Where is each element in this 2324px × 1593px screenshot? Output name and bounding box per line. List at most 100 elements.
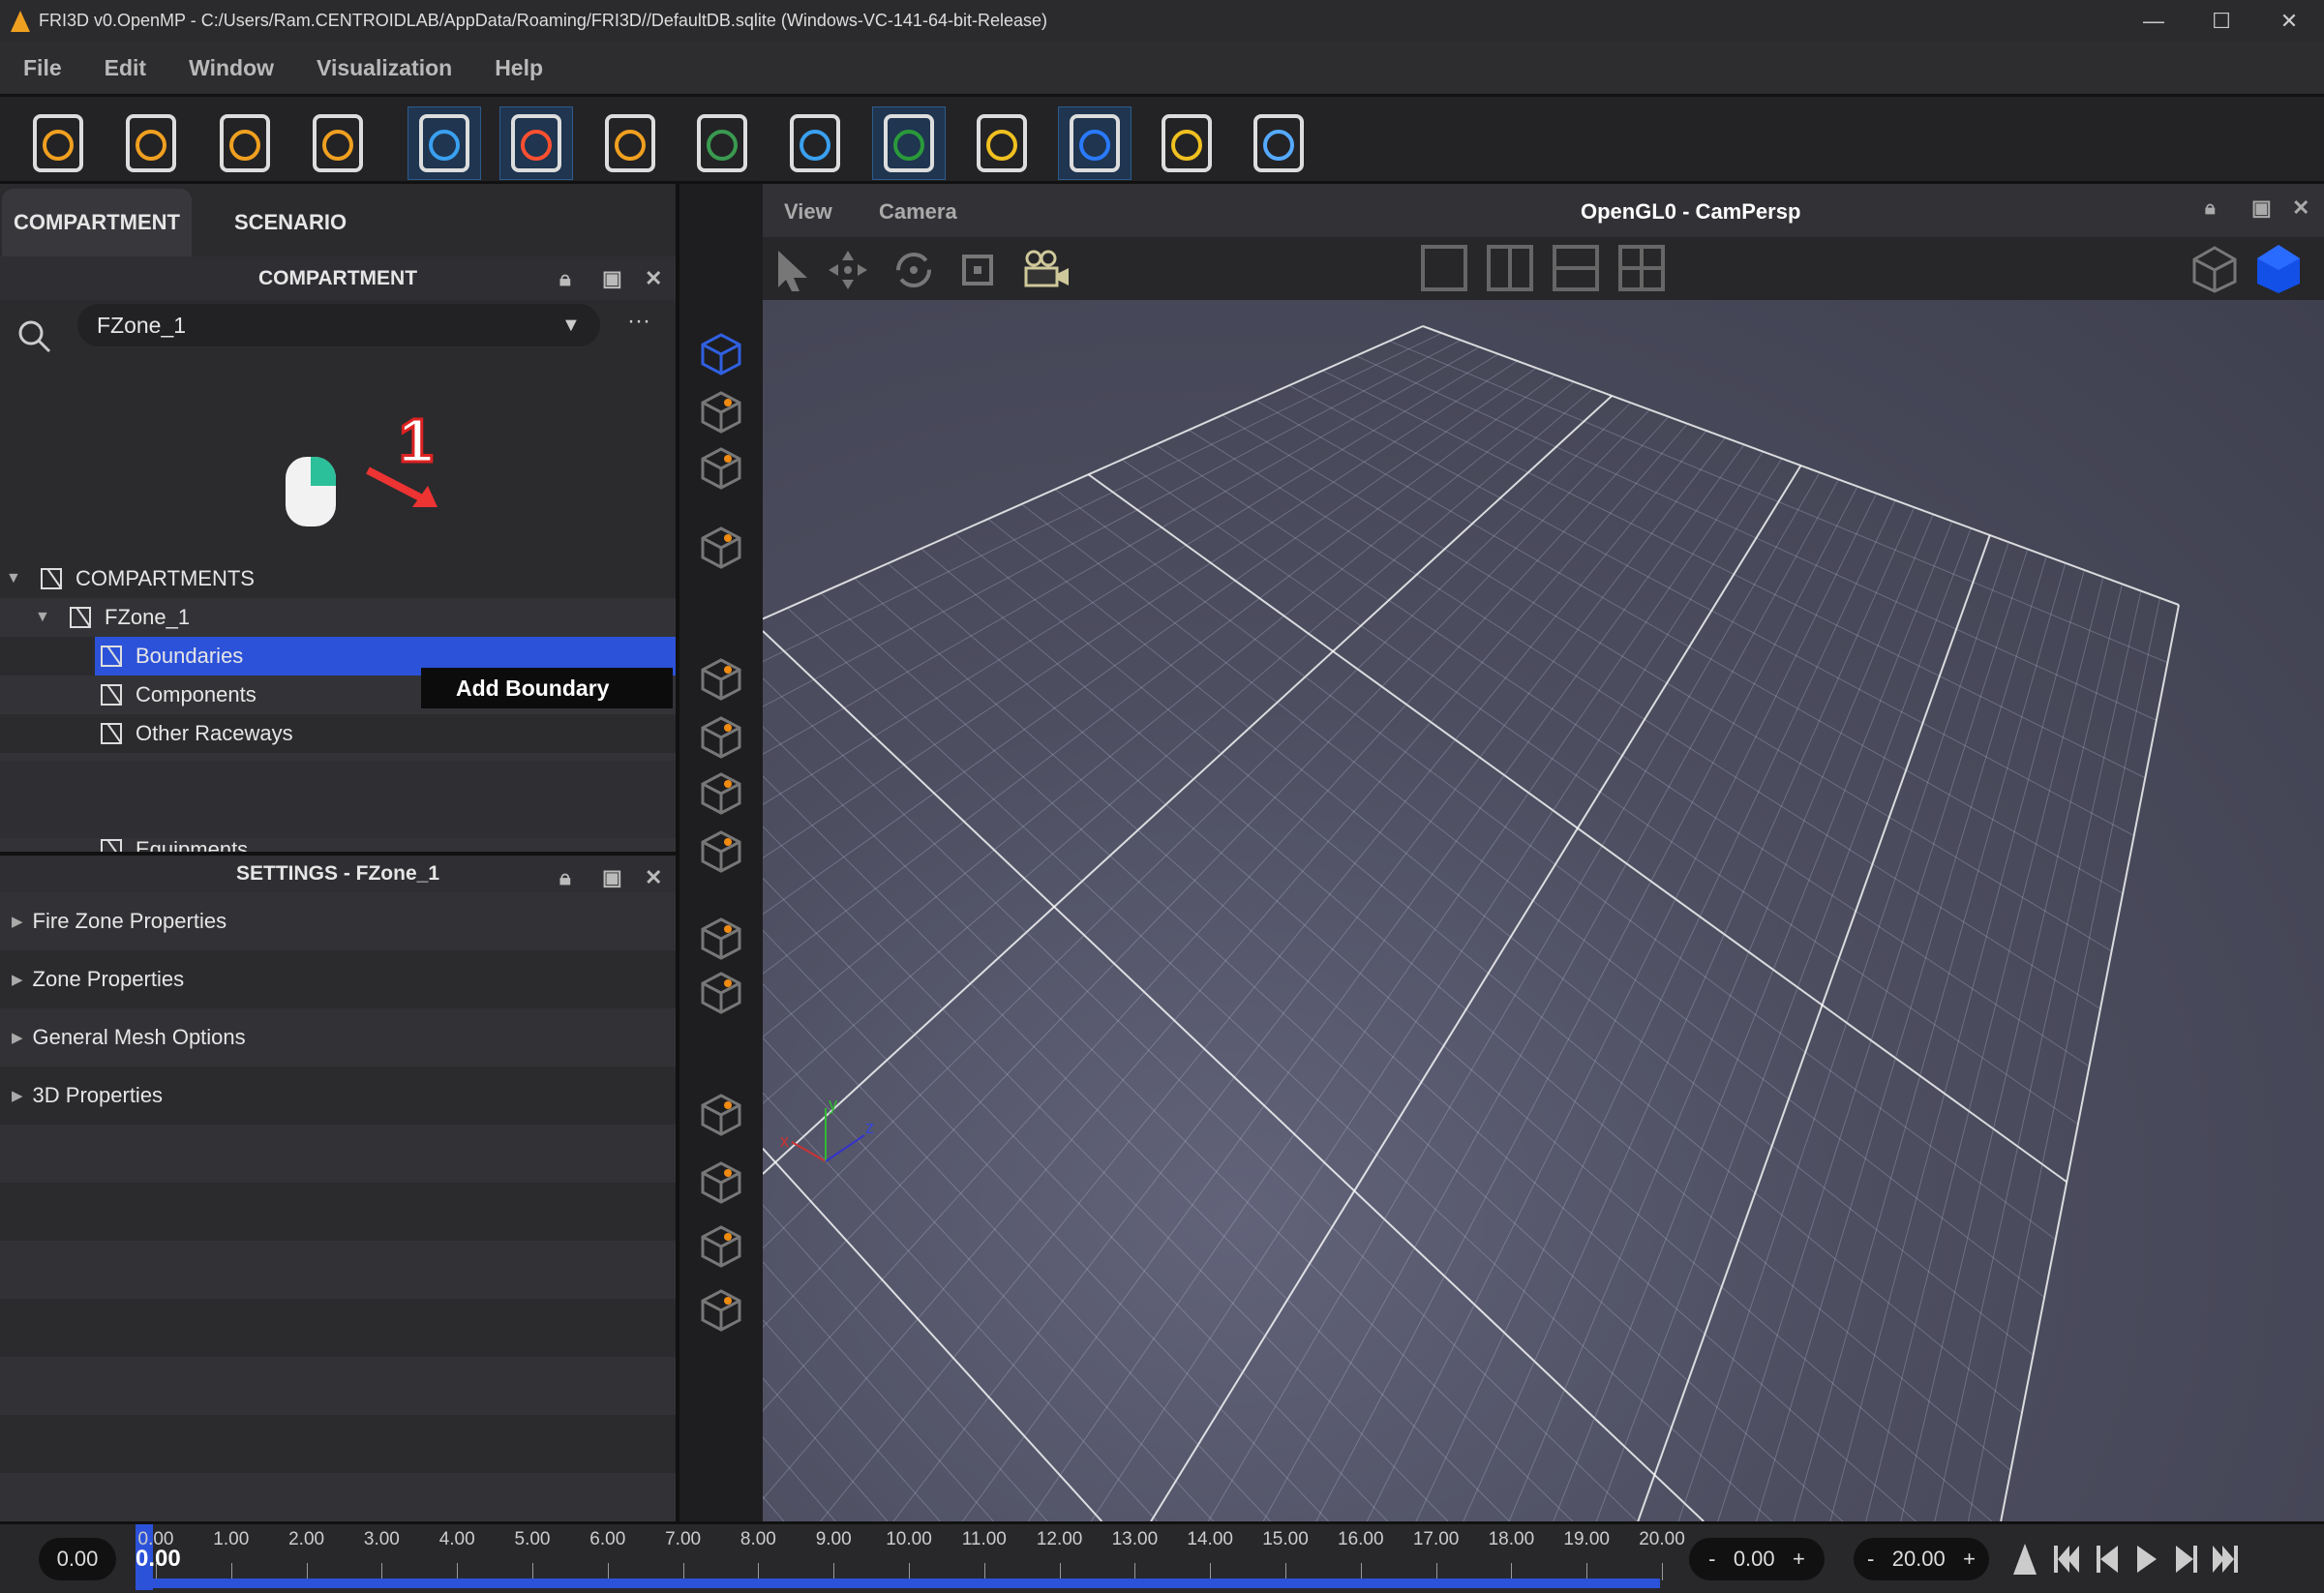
menu-help[interactable]: Help <box>495 55 543 81</box>
menu-file[interactable]: File <box>23 55 62 81</box>
cube-probes-icon[interactable] <box>699 714 743 759</box>
expand-toggle[interactable]: ▼ <box>0 570 35 587</box>
open-button[interactable] <box>114 106 188 180</box>
grid-minor-line <box>1315 486 1858 1521</box>
grid-minor-line <box>1755 556 2047 1521</box>
close-button[interactable]: ✕ <box>2255 0 2323 42</box>
arrow-annotation-icon <box>366 466 438 507</box>
sliders-button[interactable] <box>1058 106 1132 180</box>
visibility-checkbox[interactable] <box>101 723 122 744</box>
end-decrement-button[interactable]: - <box>1867 1547 1874 1572</box>
floor-icon[interactable] <box>699 1287 743 1332</box>
grid-major-line <box>2000 604 2180 1521</box>
3d-scene[interactable]: x y z <box>763 300 2324 1521</box>
grid-minor-line <box>763 1204 1048 1521</box>
line-icon[interactable] <box>699 1092 743 1136</box>
wireframe-mode-icon[interactable] <box>2190 245 2239 293</box>
settings-section-label: Fire Zone Properties <box>32 909 227 933</box>
expand-arrow-icon: ▶ <box>12 1030 23 1046</box>
3d-viewport-panel: View Camera OpenGL0 - CamPersp 🔒︎ ▣ ✕ x … <box>763 184 2324 1521</box>
tape-measure-icon[interactable] <box>699 970 743 1014</box>
tab-compartment[interactable]: COMPARTMENT <box>2 189 192 256</box>
fire-button[interactable] <box>499 106 573 180</box>
lock-icon[interactable]: 🔒︎ <box>559 256 571 300</box>
grid-probe-icon[interactable] <box>699 828 743 873</box>
menu-window[interactable]: Window <box>189 55 274 81</box>
cube-corner-icon[interactable] <box>699 445 743 490</box>
globe-button[interactable] <box>778 106 852 180</box>
pan-icon[interactable] <box>827 249 869 291</box>
calculator-button[interactable] <box>1150 106 1223 180</box>
settings-section[interactable]: ▶ General Mesh Options <box>0 1008 676 1067</box>
compartment-select[interactable]: FZone_1 ▼ <box>77 304 600 346</box>
cube-top-face-icon[interactable] <box>699 389 743 434</box>
minimize-button[interactable]: — <box>2120 0 2188 42</box>
close-panel-icon[interactable]: ✕ <box>645 256 662 300</box>
start-increment-button[interactable]: + <box>1793 1547 1805 1572</box>
settings-empty-row <box>0 1299 676 1357</box>
compartment-button[interactable] <box>208 106 282 180</box>
new-compartment-button[interactable] <box>21 106 95 180</box>
settings-section[interactable]: ▶ Zone Properties <box>0 950 676 1008</box>
start-time-stepper[interactable]: - 0.00 + <box>1689 1538 1825 1580</box>
axis-z-label: z <box>865 1118 874 1137</box>
select-arrow-icon[interactable] <box>774 249 813 291</box>
tree-item[interactable]: ▼ FZone_1 <box>0 598 676 637</box>
tree-item[interactable]: ▼ COMPARTMENTS <box>0 559 676 598</box>
visibility-checkbox[interactable] <box>101 684 122 706</box>
camera-icon[interactable] <box>1022 249 1071 291</box>
zoom-fit-icon[interactable] <box>956 249 999 291</box>
viewport-menu-view[interactable]: View <box>784 199 832 225</box>
tree-item[interactable]: Other Raceways <box>0 714 676 753</box>
more-options-button[interactable]: ··· <box>627 308 650 335</box>
cube-pin-icon[interactable] <box>699 1223 743 1268</box>
visibility-checkbox[interactable] <box>41 568 62 589</box>
menu-visualization[interactable]: Visualization <box>317 55 452 81</box>
viewport-menu-camera[interactable]: Camera <box>879 199 957 225</box>
cube-probe-side-icon[interactable] <box>699 770 743 815</box>
current-time-field[interactable]: 0.00 <box>39 1538 116 1580</box>
compass-icon[interactable] <box>699 916 743 960</box>
timeline-progress[interactable] <box>137 1578 1660 1588</box>
float-icon[interactable]: ▣ <box>2251 195 2272 221</box>
new-item-button[interactable] <box>301 106 375 180</box>
wire-globe-button[interactable] <box>407 106 481 180</box>
start-decrement-button[interactable]: - <box>1708 1547 1715 1572</box>
message-button[interactable] <box>965 106 1039 180</box>
cube-slice-icon[interactable] <box>699 1159 743 1204</box>
settings-sliders-button[interactable] <box>1242 106 1315 180</box>
expand-toggle[interactable]: ▼ <box>0 609 64 626</box>
visibility-checkbox[interactable] <box>101 646 122 667</box>
cube-probe-top-icon[interactable] <box>699 656 743 701</box>
lock-icon[interactable]: 🔒︎ <box>2205 197 2216 220</box>
maximize-button[interactable]: ☐ <box>2188 0 2255 42</box>
solid-mode-icon[interactable] <box>2253 243 2304 295</box>
cube-triangle-button[interactable] <box>593 106 667 180</box>
end-time-value[interactable]: 20.00 <box>1892 1547 1946 1572</box>
earth-button[interactable] <box>685 106 759 180</box>
grid-minor-line <box>763 339 1462 707</box>
globe-icon <box>790 114 840 172</box>
tab-scenario[interactable]: SCENARIO <box>213 189 368 256</box>
timeline-tick-label: 17.00 <box>1412 1529 1460 1549</box>
grid-major-line <box>1637 534 1991 1521</box>
end-time-stepper[interactable]: - 20.00 + <box>1854 1538 1989 1580</box>
context-menu-add-boundary[interactable]: Add Boundary <box>421 668 673 708</box>
rotate-icon[interactable] <box>892 249 935 291</box>
visibility-checkbox[interactable] <box>70 607 91 628</box>
settings-section[interactable]: ▶ 3D Properties <box>0 1067 676 1125</box>
copy-cube-icon[interactable] <box>699 525 743 569</box>
float-icon[interactable]: ▣ <box>602 256 622 300</box>
close-viewport-icon[interactable]: ✕ <box>2292 195 2309 221</box>
grid-minor-line <box>1865 577 2104 1521</box>
axes-button[interactable] <box>872 106 946 180</box>
step-back-icon <box>2097 1546 2118 1573</box>
menu-edit[interactable]: Edit <box>105 55 146 81</box>
settings-title: SETTINGS - FZone_1 <box>235 862 440 885</box>
start-time-value[interactable]: 0.00 <box>1734 1547 1775 1572</box>
grid-minor-line <box>763 930 1329 1521</box>
settings-section[interactable]: ▶ Fire Zone Properties <box>0 892 676 950</box>
tree-item-label: Other Raceways <box>136 721 293 745</box>
end-increment-button[interactable]: + <box>1963 1547 1976 1572</box>
cube-blue-icon[interactable] <box>699 331 743 376</box>
